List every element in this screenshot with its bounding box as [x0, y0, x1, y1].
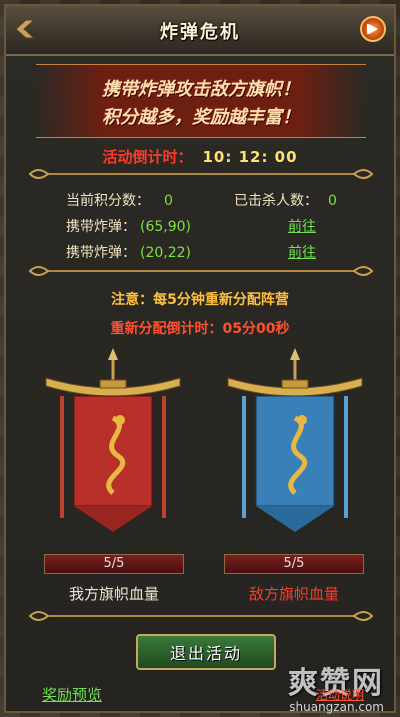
kills-label: 已击杀人数： [234, 193, 318, 209]
our-flag [45, 348, 181, 532]
bomb-2-coords: (20,22) [140, 245, 192, 261]
score-label: 当前积分数： [66, 193, 150, 209]
ornament-divider [28, 169, 374, 179]
countdown-label: 活动倒计时： [102, 148, 193, 166]
close-button[interactable] [360, 16, 386, 42]
bomb-1-stat: 携带炸弹： (65,90) [66, 216, 191, 236]
kills-stat: 已击杀人数： 0 [234, 190, 337, 210]
enemy-flag-hp-label: 敌方旗帜血量 [248, 585, 339, 603]
slogan-line-1: 携带炸弹攻击敌方旗帜！ [102, 79, 300, 100]
window-title: 炸弹危机 [160, 22, 240, 43]
reassign-countdown: 重新分配倒计时：05分00秒 [110, 321, 290, 337]
score-stat: 当前积分数： 0 [66, 190, 173, 210]
event-rules-link[interactable]: 活动说明 [316, 686, 364, 703]
our-flag-hp-text: 5/5 [103, 556, 125, 571]
title-bar: 炸弹危机 [6, 6, 394, 56]
kills-value: 0 [328, 193, 337, 209]
countdown-value: 10: 12: 00 [202, 148, 298, 166]
event-panel: 炸弹危机 携带炸弹攻击敌方旗帜！ 积分越多，奖励越丰富！ 活动倒计时： 10: 1… [4, 4, 396, 714]
exit-event-button[interactable]: 退出活动 [136, 634, 276, 670]
play-arrow-icon [367, 24, 378, 34]
our-flag-hp-bar: 5/5 [44, 554, 184, 574]
bomb-2-goto-link[interactable]: 前往 [288, 242, 316, 262]
enemy-flag-hp-text: 5/5 [283, 556, 305, 571]
bomb-2-stat: 携带炸弹： (20,22) [66, 242, 191, 262]
ornament-divider [28, 266, 374, 276]
bomb-1-label: 携带炸弹： [66, 219, 136, 235]
camp-reassign-notice: 注意：每5分钟重新分配阵营 [111, 292, 289, 308]
enemy-flag-hp-bar: 5/5 [224, 554, 364, 574]
enemy-flag [227, 348, 363, 532]
bomb-1-goto-link[interactable]: 前往 [288, 216, 316, 236]
slogan-banner: 携带炸弹攻击敌方旗帜！ 积分越多，奖励越丰富！ [36, 64, 366, 138]
slogan-line-2: 积分越多，奖励越丰富！ [102, 107, 300, 128]
ornament-divider [28, 611, 374, 621]
our-flag-hp-label: 我方旗帜血量 [68, 585, 159, 603]
event-countdown: 活动倒计时： 10: 12: 00 [6, 146, 394, 167]
bomb-1-coords: (65,90) [140, 219, 192, 235]
score-value: 0 [164, 193, 173, 209]
reward-preview-link[interactable]: 奖励预览 [42, 684, 102, 705]
bomb-2-label: 携带炸弹： [66, 245, 136, 261]
